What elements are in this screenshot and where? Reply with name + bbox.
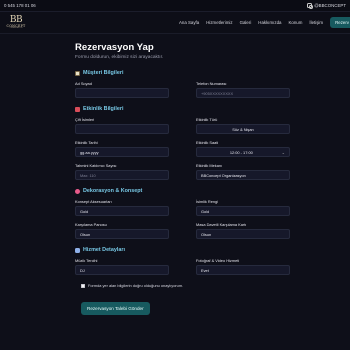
logo-mark: BB: [9, 15, 23, 25]
top-info-bar: 0 545 178 01 06 @BBCONCEPT: [0, 0, 350, 12]
brand-logo[interactable]: BB CONCEPT ORGANIZASYON: [4, 15, 28, 30]
welcome-board-label: Karşılama Panosu: [75, 222, 107, 227]
calendar-icon: [75, 106, 80, 112]
section-title: Hizmet Detayları: [75, 247, 290, 253]
page-subtitle: Formu doldurun, ekibimiz sizi arayacaktı…: [75, 55, 164, 60]
page-title: Rezervasyon Yap: [75, 42, 154, 53]
consent-checkbox[interactable]: [81, 283, 85, 288]
instagram-link[interactable]: @BBCONCEPT: [307, 3, 346, 9]
section-decor: Dekorasyon & Konsept Konsept Aksesuarlar…: [75, 188, 290, 239]
event-time-select[interactable]: 12:00 - 17:00 ⌄: [196, 147, 290, 157]
couple-names-label: Çift İsimleri: [75, 117, 95, 122]
consent-label: Formda yer alan bilgilerin doğru olduğun…: [88, 283, 184, 288]
guest-count-label: Tahmini Katılımcı Sayısı: [75, 163, 117, 168]
section-title: Müşteri Bilgileri: [75, 70, 290, 76]
event-date-label: Etkinlik Tarihi: [75, 140, 98, 145]
ribbon-icon: [75, 188, 80, 194]
speech-bubble-icon: [75, 247, 80, 253]
nav-services[interactable]: Hizmetlerimiz: [206, 20, 232, 25]
phone-input[interactable]: +905XXXXXXXXX: [196, 88, 290, 98]
accessories-label: Konsept Aksesuarları: [75, 199, 112, 204]
section-title: Dekorasyon & Konsept: [75, 188, 290, 194]
reservation-form: Rezervasyon Yap Formu doldurun, ekibimiz…: [0, 34, 350, 315]
phone-label: Telefon Numarası: [196, 81, 227, 86]
nav-home[interactable]: Ana Sayfa: [179, 20, 199, 25]
section-event: Etkinlik Bilgileri Çift İsimleri Etkinli…: [75, 106, 290, 180]
name-input[interactable]: [75, 88, 169, 98]
event-type-select[interactable]: Söz & Nişan: [196, 124, 290, 134]
submit-button[interactable]: Rezervasyon Talebi Gönder: [81, 302, 150, 315]
logo-tagline: ORGANIZASYON: [9, 28, 23, 29]
instagram-handle: @BBCONCEPT: [314, 3, 346, 8]
guest-count-input[interactable]: Max: 110: [75, 170, 169, 180]
welcome-board-select[interactable]: Olsun: [75, 229, 169, 239]
nav-reservation-button[interactable]: Rezerv: [330, 17, 350, 28]
instagram-icon: [307, 3, 313, 9]
consent-row: Formda yer alan bilgilerin doğru olduğun…: [81, 283, 350, 288]
nav-contact[interactable]: İletişim: [309, 20, 323, 25]
event-time-label: Etkinlik Saati: [196, 140, 219, 145]
name-color-label: İsimlik Rengi: [196, 199, 219, 204]
photo-video-select[interactable]: Evet: [196, 265, 290, 275]
couple-names-input[interactable]: [75, 124, 169, 134]
table-card-select[interactable]: Olsun: [196, 229, 290, 239]
venue-label: Etkinlik Mekanı: [196, 163, 223, 168]
name-color-select[interactable]: Gold: [196, 206, 290, 216]
section-customer: Müşteri Bilgileri Ad Soyad Telefon Numar…: [75, 70, 290, 98]
chevron-down-icon: ⌄: [281, 149, 285, 155]
nav-about[interactable]: Hakkımızda: [258, 20, 281, 25]
event-date-input[interactable]: gg.aa.yyyy: [75, 147, 169, 157]
music-select[interactable]: DJ: [75, 265, 169, 275]
nav-location[interactable]: Konum: [288, 20, 302, 25]
section-title: Etkinlik Bilgileri: [75, 106, 290, 112]
section-service: Hizmet Detayları Müzik Tercihi DJ Fotoğr…: [75, 247, 290, 275]
nav-gallery[interactable]: Galeri: [240, 20, 252, 25]
clipboard-icon: [75, 70, 80, 76]
photo-video-label: Fotoğraf & Video Hizmeti: [196, 258, 240, 263]
name-label: Ad Soyad: [75, 81, 92, 86]
event-type-label: Etkinlik Türü: [196, 117, 218, 122]
phone-number[interactable]: 0 545 178 01 06: [4, 3, 36, 8]
phone-placeholder: +905XXXXXXXXX: [201, 90, 234, 96]
venue-select[interactable]: BBConcept Organizasyon: [196, 170, 290, 180]
music-label: Müzik Tercihi: [75, 258, 98, 263]
table-card-label: Masa Davetli Karşılama Kartı: [196, 222, 247, 227]
navbar: BB CONCEPT ORGANIZASYON Ana Sayfa Hizmet…: [0, 12, 350, 34]
accessories-select[interactable]: Gold: [75, 206, 169, 216]
main-nav: Ana Sayfa Hizmetlerimiz Galeri Hakkımızd…: [179, 17, 350, 28]
